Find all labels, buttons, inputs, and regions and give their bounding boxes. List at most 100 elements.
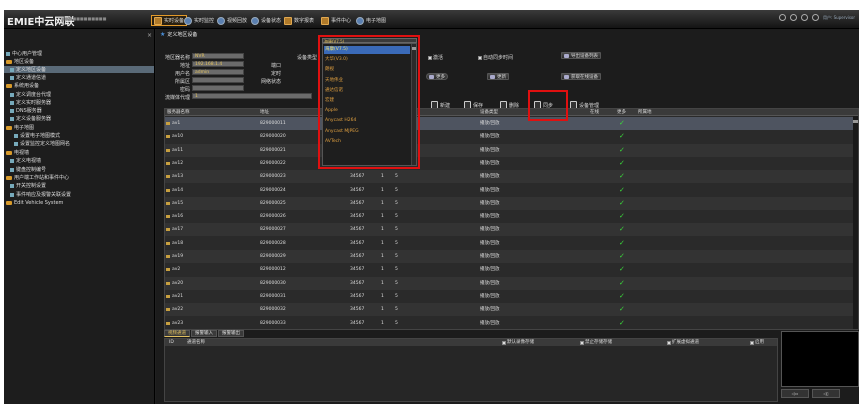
tab-playback[interactable]: 视频回放 (217, 15, 247, 26)
cell-more: ✓ (619, 278, 625, 287)
server-icon (10, 92, 14, 97)
sidebar-item-emap-mode[interactable]: 设置电子地图模式 (14, 132, 60, 139)
sidebar-item-region[interactable]: 地区设备 (6, 58, 34, 65)
cell-name: av2 (172, 267, 181, 273)
auto-sync-checkbox[interactable]: 自动同步时间 (478, 54, 513, 61)
table-row[interactable]: av13 829000023 34567 1 5 播放/回放 ✓ (165, 170, 858, 184)
sidebar-item-system[interactable]: 系统用设备 (6, 82, 39, 89)
cell-addr: 829000024 (260, 187, 286, 193)
gear-icon[interactable] (790, 14, 797, 21)
cell-name: av12 (172, 160, 184, 166)
sidebar-item-switch[interactable]: 开关控制设置 (10, 182, 46, 189)
tab-video-channel[interactable]: 视频通道 (164, 330, 190, 337)
tool-icon[interactable] (801, 14, 808, 21)
cell-name: av22 (172, 307, 184, 313)
device-table: 服务器名称 地址 设备类型 在线 更多 所属地 av1 829000011 3456… (164, 108, 859, 330)
sidebar-item-emap-name[interactable]: 设置监控定义地图网名 (14, 140, 70, 147)
cell-b: 5 (395, 240, 398, 246)
cell-b: 5 (395, 174, 398, 180)
tab-live[interactable]: 实时监控 (184, 15, 214, 26)
alarm-icon (10, 192, 14, 197)
more-button[interactable]: 更多 (426, 73, 448, 80)
table-row[interactable]: av20 829000030 34567 1 5 播放/回放 ✓ (165, 276, 858, 290)
col-disable-storage[interactable]: 禁止存储存储 (580, 339, 612, 346)
tab-status[interactable]: 设备状态 (251, 15, 281, 26)
current-user: 用户: Supervisor (823, 14, 855, 20)
table-scrollbar[interactable] (853, 116, 858, 329)
table-row[interactable]: av22 829000032 34567 1 5 播放/回放 ✓ (165, 303, 858, 317)
table-row[interactable]: av16 829000026 34567 1 5 播放/回放 ✓ (165, 210, 858, 223)
preview-next-button[interactable]: ◁▯ (812, 389, 840, 398)
camera-icon (166, 268, 170, 272)
sidebar-item-user[interactable]: 中心用户管理 (6, 50, 42, 57)
table-row[interactable]: av21 829000031 34567 1 5 播放/回放 ✓ (165, 290, 858, 303)
cell-more: ✓ (619, 185, 625, 194)
col-default-record[interactable]: 默认录像存储 (502, 339, 534, 346)
close-icon[interactable]: × (147, 32, 152, 39)
cell-b: 5 (395, 187, 398, 193)
scroll-thumb[interactable] (853, 120, 858, 123)
addr-input[interactable]: 192.168.1.4 (192, 61, 244, 67)
report-icon (284, 16, 292, 25)
table-row[interactable]: av118290000213456715播放/回放✓ (165, 143, 858, 157)
cell-b: 5 (395, 200, 398, 206)
area-input[interactable] (192, 77, 244, 83)
name-input[interactable]: NVR (192, 53, 244, 59)
cell-more: ✓ (619, 158, 625, 167)
table-row[interactable]: av19 829000029 34567 1 5 播放/回放 ✓ (165, 250, 858, 263)
table-row[interactable]: av17 829000027 34567 1 5 播放/回放 ✓ (165, 223, 858, 237)
sidebar-item-vehicle[interactable]: Edit Vehicle System (6, 199, 63, 206)
cell-more: ✓ (619, 291, 625, 300)
table-row[interactable]: av14 829000024 34567 1 5 播放/回放 ✓ (165, 184, 858, 197)
config-button[interactable]: 更新 (487, 73, 509, 80)
sidebar-item-event-alarm[interactable]: 事件响应及报警关联设置 (10, 191, 71, 198)
table-row[interactable]: av18 829000028 34567 1 5 播放/回放 ✓ (165, 237, 858, 250)
channel-icon (10, 75, 14, 80)
table-row[interactable]: av15 829000025 34567 1 5 播放/回放 ✓ (165, 196, 858, 210)
folder-icon (6, 83, 12, 88)
tab-map[interactable]: 电子地图 (356, 15, 386, 26)
table-row[interactable]: av18290000113456715播放/回放✓ (165, 117, 858, 130)
fetch-online-button[interactable]: 获取在线设备 (561, 73, 601, 80)
lock-icon[interactable] (812, 14, 819, 21)
sidebar-item-workstation[interactable]: 用户端工作站和事件中心 (6, 174, 69, 181)
camera-icon (166, 161, 170, 165)
cell-addr: 829000021 (260, 147, 286, 153)
sidebar-item-define-tvwall[interactable]: 定义电视墙 (10, 157, 41, 164)
tab-device[interactable]: 实时设备 (151, 15, 188, 26)
cell-type: 播放/回放 (480, 187, 500, 193)
sidebar-item-keyboard[interactable]: 键盘控制编号 (10, 166, 46, 173)
cell-b: 5 (395, 254, 398, 259)
refresh-icon[interactable] (779, 14, 786, 21)
table-row[interactable]: av23 829000033 34567 1 5 播放/回放 ✓ (165, 317, 858, 330)
sidebar-item-dispatch[interactable]: 定义调度台代理 (10, 91, 51, 98)
table-row[interactable]: av128290000223456715播放/回放✓ (165, 157, 858, 170)
sidebar-item-tvwall[interactable]: 电视墙 (6, 149, 29, 156)
table-row[interactable]: av108290000203456715播放/回放✓ (165, 130, 858, 143)
sidebar-item-define-region-device[interactable]: 定义地区设备 (4, 66, 154, 73)
sidebar-item-channel[interactable]: 定义通道信道 (10, 74, 46, 81)
tab-alarm-out[interactable]: 报警输出 (218, 330, 244, 337)
col-enable[interactable]: 启用 (750, 339, 764, 346)
user-input[interactable]: admin (192, 69, 244, 75)
folder-icon (6, 200, 12, 205)
proxy-input[interactable]: 1 (192, 93, 312, 99)
enable-checkbox[interactable]: 激活 (428, 54, 443, 61)
cell-name: av18 (172, 240, 184, 246)
sidebar-item-emap[interactable]: 电子地图 (6, 124, 34, 131)
sidebar-item-device-server[interactable]: 定义设备服务器 (10, 115, 51, 122)
tab-events[interactable]: 事件中心 (321, 15, 351, 26)
export-button[interactable]: 导出设备列表 (561, 52, 601, 59)
tab-report[interactable]: 数字报表 (284, 15, 314, 26)
sidebar-item-realtime-server[interactable]: 定义实时服务器 (10, 99, 51, 106)
col-virtual-channel[interactable]: 扩展虚拟通道 (667, 339, 699, 346)
folder-icon (6, 150, 12, 155)
preview-prev-button[interactable]: ◁▭ (781, 389, 809, 398)
cell-type: 播放/回放 (480, 134, 500, 140)
tab-alarm-in[interactable]: 报警输入 (191, 330, 217, 337)
sidebar-item-dns[interactable]: DNS服务器 (10, 107, 42, 114)
table-row[interactable]: av2 829000012 34567 1 5 播放/回放 ✓ (165, 263, 858, 276)
cell-type: 播放/回放 (480, 320, 500, 326)
pwd-input[interactable] (192, 85, 244, 91)
camera-icon (166, 281, 170, 285)
